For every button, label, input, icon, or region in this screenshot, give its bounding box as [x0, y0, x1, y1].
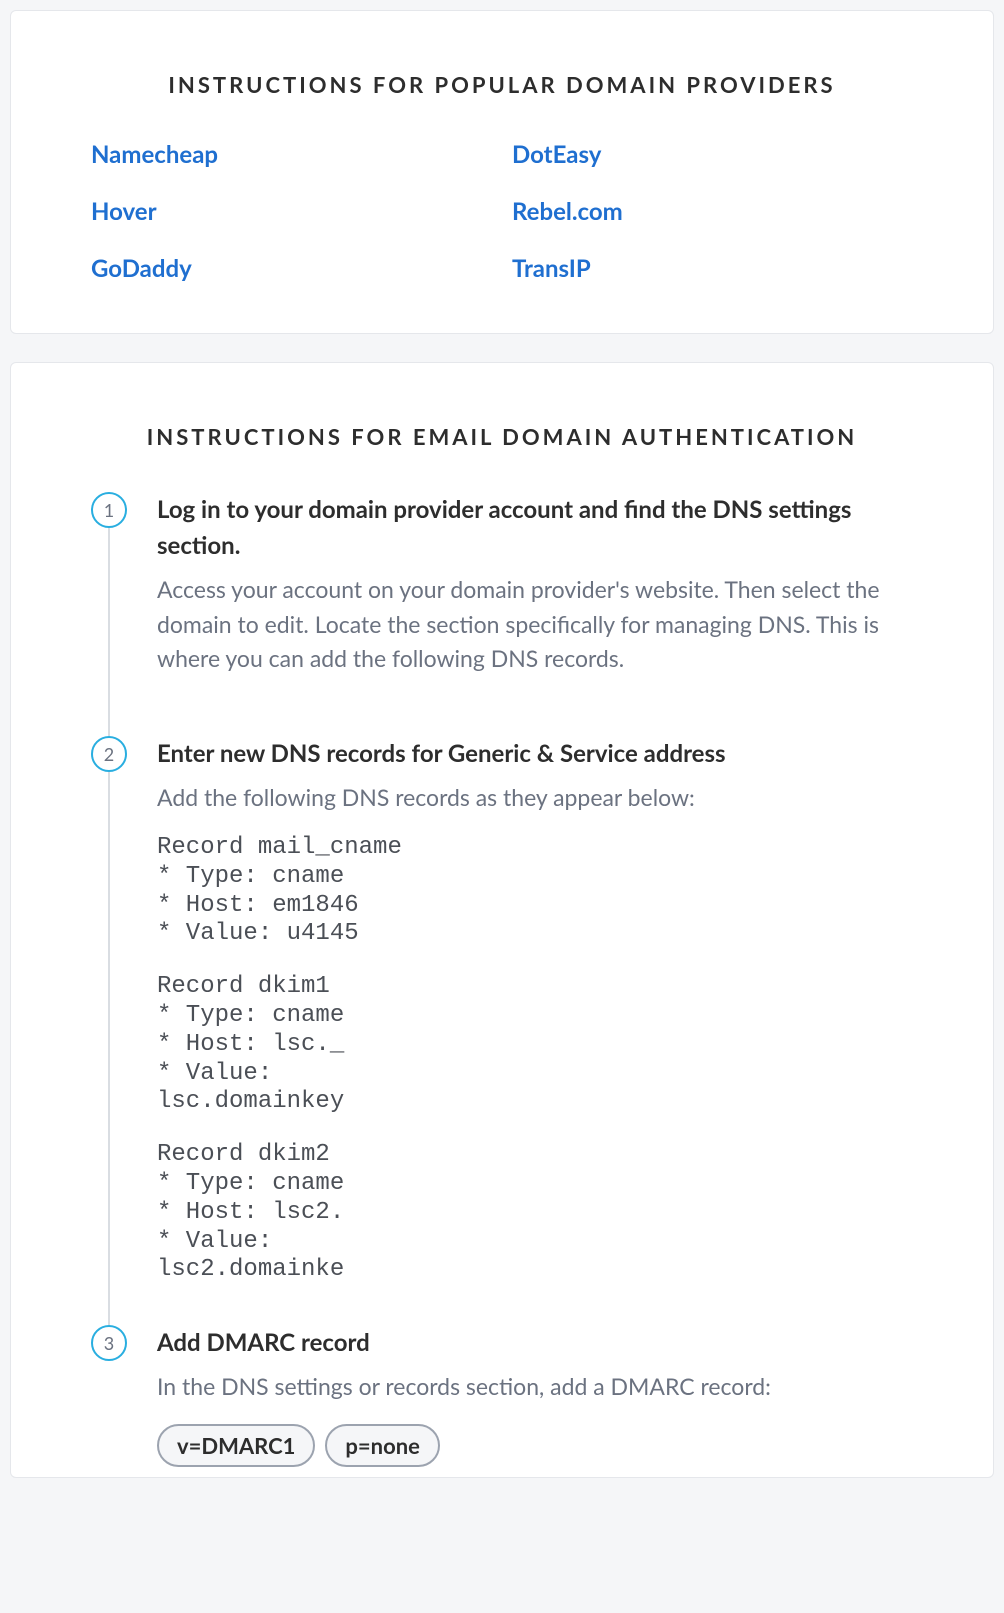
provider-link-hover[interactable]: Hover [91, 197, 492, 226]
auth-card: INSTRUCTIONS FOR EMAIL DOMAIN AUTHENTICA… [10, 362, 994, 1478]
provider-link-transip[interactable]: TransIP [512, 254, 913, 283]
step-title: Log in to your domain provider account a… [157, 492, 913, 564]
step-content: Log in to your domain provider account a… [157, 492, 913, 696]
provider-link-godaddy[interactable]: GoDaddy [91, 254, 492, 283]
step-3: 3 Add DMARC record In the DNS settings o… [91, 1325, 913, 1467]
step-description: Access your account on your domain provi… [157, 572, 913, 676]
step-number-badge: 3 [91, 1325, 127, 1361]
providers-title: INSTRUCTIONS FOR POPULAR DOMAIN PROVIDER… [91, 71, 913, 98]
steps-list: 1 Log in to your domain provider account… [91, 492, 913, 1467]
dns-record-dkim2: Record dkim2 * Type: cname * Host: lsc2.… [157, 1141, 913, 1285]
providers-card: INSTRUCTIONS FOR POPULAR DOMAIN PROVIDER… [10, 10, 994, 334]
provider-link-rebel[interactable]: Rebel.com [512, 197, 913, 226]
step-number-badge: 2 [91, 736, 127, 772]
step-title: Add DMARC record [157, 1325, 913, 1361]
dmarc-chip-v: v=DMARC1 [157, 1424, 315, 1467]
step-2: 2 Enter new DNS records for Generic & Se… [91, 736, 913, 1326]
dmarc-chips: v=DMARC1 p=none [157, 1424, 913, 1467]
dns-record-mail-cname: Record mail_cname * Type: cname * Host: … [157, 834, 913, 949]
provider-link-namecheap[interactable]: Namecheap [91, 140, 492, 169]
step-content: Add DMARC record In the DNS settings or … [157, 1325, 913, 1467]
step-description: In the DNS settings or records section, … [157, 1369, 913, 1404]
step-content: Enter new DNS records for Generic & Serv… [157, 736, 913, 1286]
providers-grid: Namecheap DotEasy Hover Rebel.com GoDadd… [91, 140, 913, 283]
auth-title: INSTRUCTIONS FOR EMAIL DOMAIN AUTHENTICA… [91, 423, 913, 450]
dns-record-dkim1: Record dkim1 * Type: cname * Host: lsc._… [157, 973, 913, 1117]
step-description: Add the following DNS records as they ap… [157, 780, 913, 815]
dmarc-chip-p: p=none [325, 1424, 439, 1467]
provider-link-doteasy[interactable]: DotEasy [512, 140, 913, 169]
step-1: 1 Log in to your domain provider account… [91, 492, 913, 736]
step-title: Enter new DNS records for Generic & Serv… [157, 736, 913, 772]
step-number-badge: 1 [91, 492, 127, 528]
